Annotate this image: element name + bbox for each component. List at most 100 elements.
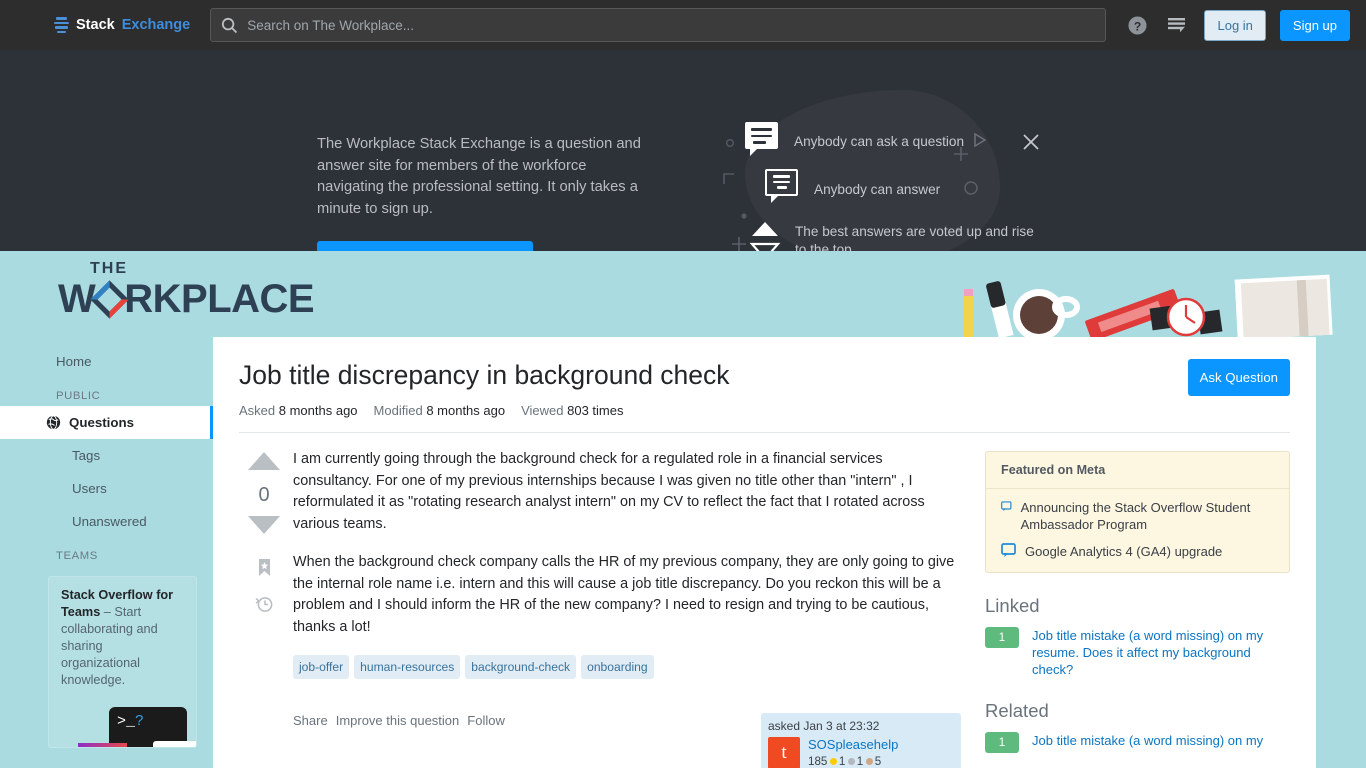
linked-heading: Linked <box>985 595 1040 616</box>
gold-badge-count: 1 <box>838 755 846 768</box>
nav-right-group: ? Log in Sign up <box>1124 9 1350 41</box>
bronze-badge-icon <box>866 758 874 765</box>
workplace-logo[interactable]: THE W RKPLACE <box>58 260 315 321</box>
circle-dot-decoration <box>726 139 734 147</box>
featured-on-meta-box: Featured on Meta Announcing the Stack Ov… <box>985 451 1290 573</box>
history-icon[interactable] <box>255 595 273 618</box>
meta-asked-label: Asked <box>239 403 276 418</box>
logo-exchange-text: Exchange <box>121 17 191 33</box>
speech-bubble-filled-icon <box>745 122 778 156</box>
logo-rkplace-letters: RKPLACE <box>124 277 315 321</box>
featured-meta-title: Featured on Meta <box>986 452 1289 489</box>
tag-human-resources[interactable]: human-resources <box>354 655 461 679</box>
site-header-band: THE W RKPLACE <box>0 251 1366 337</box>
signup-hero-banner: The Workplace Stack Exchange is a questi… <box>0 50 1366 251</box>
search-icon <box>222 17 238 33</box>
meta-list-item[interactable]: Announcing the Stack Overflow Student Am… <box>1001 499 1274 533</box>
terminal-prompt: >_ <box>117 713 136 730</box>
sidebar-item-users-label: Users <box>72 481 107 496</box>
search-bar[interactable] <box>210 8 1107 42</box>
sidebar-item-tags[interactable]: Tags <box>0 439 213 472</box>
signup-button[interactable]: Sign up <box>1279 9 1350 41</box>
upvote-arrow-icon[interactable] <box>247 451 281 476</box>
svg-text:?: ? <box>1134 19 1141 33</box>
tag-onboarding[interactable]: onboarding <box>581 655 654 679</box>
sidebar-item-home-label: Home <box>56 354 92 369</box>
desk-illustration <box>964 274 1333 337</box>
asked-timestamp: asked Jan 3 at 23:32 <box>768 719 880 733</box>
bronze-badge: 5 <box>866 755 881 768</box>
gold-badge: 1 <box>830 755 845 768</box>
login-button[interactable]: Log in <box>1204 9 1266 41</box>
featured-meta-list: Announcing the Stack Overflow Student Am… <box>986 489 1289 572</box>
author-name[interactable]: SOSpleasehelp <box>808 737 898 753</box>
question-footer: Share Improve this question Follow asked… <box>293 713 961 768</box>
bookmark-icon[interactable] <box>257 558 272 582</box>
page-body: Home PUBLIC Questions Tags Users Unanswe… <box>0 337 1366 768</box>
inbox-icon[interactable] <box>1164 12 1190 38</box>
author-card[interactable]: asked Jan 3 at 23:32 t SOSpleasehelp 185… <box>761 713 961 768</box>
help-icon[interactable]: ? <box>1124 12 1150 38</box>
ask-question-button[interactable]: Ask Question <box>1187 359 1290 396</box>
stack-exchange-logo[interactable]: Stack Exchange <box>54 17 190 33</box>
reputation-value: 185 <box>808 755 828 768</box>
author-row: t SOSpleasehelp 185 1 1 5 <box>768 737 954 768</box>
meta-modified-value: 8 months ago <box>426 403 506 418</box>
search-input[interactable] <box>247 17 1096 33</box>
answer-card-icon: ✓ <box>153 741 196 747</box>
globe-icon <box>46 415 61 430</box>
teams-promo-text: Stack Overflow for Teams – Start collabo… <box>61 587 184 689</box>
author-reputation-row: 185 1 1 5 <box>808 755 898 768</box>
bronze-badge-count: 5 <box>874 755 882 768</box>
gold-badge-icon <box>830 758 838 765</box>
linked-vote-count: 1 <box>985 627 1019 648</box>
tag-list: job-offer human-resources background-che… <box>293 655 961 679</box>
sidebar-item-users[interactable]: Users <box>0 472 213 505</box>
avatar[interactable]: t <box>768 737 800 768</box>
question-paragraph-2: When the background check company calls … <box>293 554 955 635</box>
related-vote-count: 1 <box>985 732 1019 753</box>
tag-background-check[interactable]: background-check <box>465 655 577 679</box>
related-question-link[interactable]: Job title mistake (a word missing) on my <box>1032 732 1263 753</box>
corner-decoration <box>723 173 734 184</box>
linked-item[interactable]: 1 Job title mistake (a word missing) on … <box>985 627 1290 678</box>
hero-point-votes-label: The best answers are voted up and rise t… <box>795 224 1034 251</box>
question-header: Job title discrepancy in background chec… <box>239 359 1290 396</box>
hero-point-ask: Anybody can ask a question <box>745 122 1045 156</box>
sidebar-item-questions[interactable]: Questions <box>0 406 213 439</box>
linked-question-link[interactable]: Job title mistake (a word missing) on my… <box>1032 627 1290 678</box>
meta-list-item[interactable]: Google Analytics 4 (GA4) upgrade <box>1001 543 1274 560</box>
improve-question-link[interactable]: Improve this question <box>336 713 460 728</box>
meta-item-label: Announcing the Stack Overflow Student Am… <box>1020 500 1251 532</box>
question-paragraph-1: I am currently going through the backgro… <box>293 451 925 532</box>
sidebar-item-unanswered[interactable]: Unanswered <box>0 505 213 538</box>
signup-join-button[interactable]: Sign up to join this community <box>317 241 533 251</box>
question-content-panel: Job title discrepancy in background chec… <box>213 337 1316 768</box>
hero-description: The Workplace Stack Exchange is a questi… <box>317 136 641 217</box>
left-sidebar: Home PUBLIC Questions Tags Users Unanswe… <box>0 337 213 768</box>
related-item[interactable]: 1 Job title mistake (a word missing) on … <box>985 732 1290 753</box>
diamond-red-edge <box>90 279 129 319</box>
related-heading: Related <box>985 700 1049 721</box>
sidebar-heading-teams: TEAMS <box>56 550 98 562</box>
speech-bubble-outline-icon <box>765 169 798 203</box>
hero-point-answer: Anybody can answer <box>745 169 1045 203</box>
share-link[interactable]: Share <box>293 713 328 728</box>
right-sidebar: Featured on Meta Announcing the Stack Ov… <box>985 449 1290 768</box>
teams-promo-card[interactable]: Stack Overflow for Teams – Start collabo… <box>48 576 197 748</box>
sidebar-item-home[interactable]: Home <box>0 345 213 378</box>
meta-viewed: Viewed 803 times <box>521 403 623 418</box>
follow-link[interactable]: Follow <box>467 713 505 728</box>
vote-controls: 0 <box>239 449 289 768</box>
downvote-arrow-icon[interactable] <box>247 515 281 540</box>
vote-score: 0 <box>258 484 270 506</box>
hero-bullet-list: Anybody can ask a question Anybody can a… <box>745 122 1045 251</box>
tag-job-offer[interactable]: job-offer <box>293 655 350 679</box>
page-title: Job title discrepancy in background chec… <box>239 360 730 390</box>
terminal-question-mark: ? <box>135 713 145 730</box>
meta-viewed-value: 803 times <box>567 403 624 418</box>
top-navigation-bar: Stack Exchange ? Log in Sign up <box>0 0 1366 50</box>
meta-modified-label: Modified <box>373 403 423 418</box>
next-arrow-icon[interactable] <box>973 132 987 151</box>
close-icon[interactable] <box>1022 133 1040 155</box>
